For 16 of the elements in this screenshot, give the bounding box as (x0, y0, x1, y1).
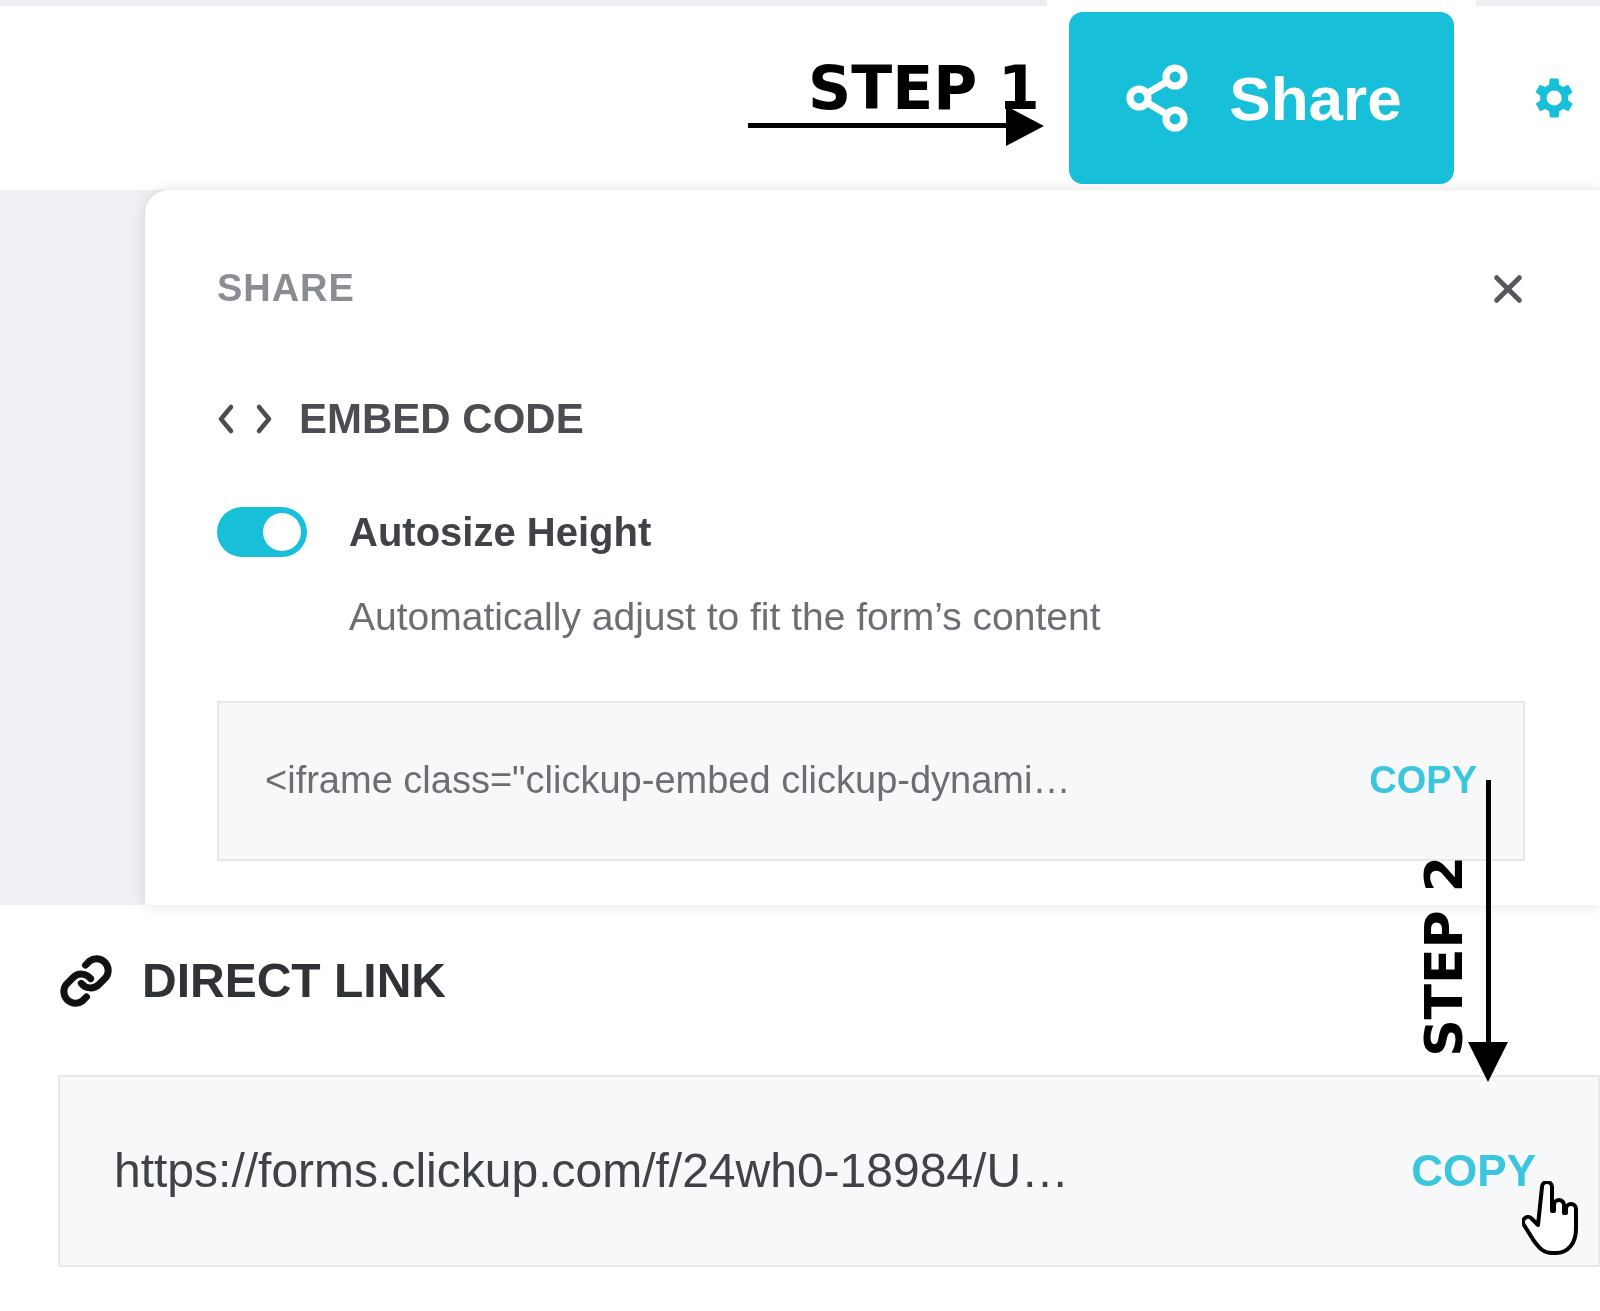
toggle-description: Automatically adjust to fit the form’s content (349, 594, 1102, 640)
code-icon (217, 402, 273, 435)
share-button[interactable]: Share (1069, 12, 1454, 184)
toggle-label: Autosize Height (349, 509, 652, 556)
link-icon (58, 953, 114, 1009)
direct-link-field[interactable]: https://forms.clickup.com/f/24wh0-18984/U… COPY (58, 1075, 1600, 1267)
direct-link-url: https://forms.clickup.com/f/24wh0-18984/U… (114, 1143, 1070, 1199)
copy-button[interactable]: COPY (1369, 752, 1477, 809)
copy-button[interactable]: COPY (1411, 1138, 1536, 1204)
section-heading: DIRECT LINK (142, 953, 446, 1009)
embed-code-text: <iframe class="clickup-embed clickup-dynami… (265, 758, 1071, 803)
section-heading: EMBED CODE (299, 394, 584, 444)
embed-code-field[interactable]: <iframe class="clickup-embed clickup-dynami… COPY (217, 700, 1525, 861)
panel-title: SHARE (217, 266, 355, 311)
step-label: STEP 1 (808, 58, 1040, 118)
autosize-toggle[interactable] (217, 507, 307, 557)
